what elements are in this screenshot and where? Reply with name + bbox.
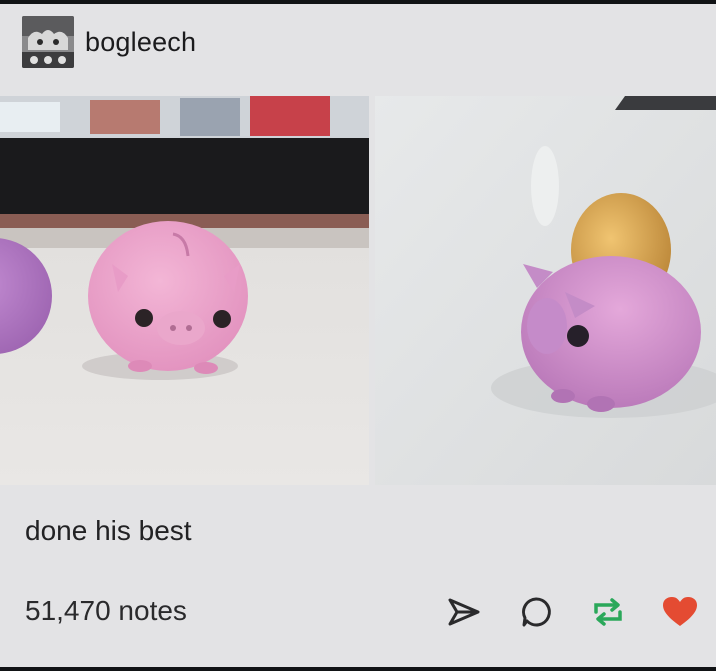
- send-icon[interactable]: [444, 592, 484, 632]
- photo-pig-coin[interactable]: [375, 96, 716, 485]
- reblog-icon[interactable]: [588, 592, 628, 632]
- post-username[interactable]: bogleech: [85, 27, 196, 58]
- post-actions: [412, 592, 700, 632]
- photo-pig-pair[interactable]: [0, 96, 369, 485]
- reply-bubble-icon[interactable]: [516, 592, 556, 632]
- notes-count[interactable]: 51,470 notes: [25, 594, 187, 628]
- photo-set: [0, 96, 716, 485]
- post-card: bogleech done his best 51,470 notes: [0, 4, 716, 667]
- avatar[interactable]: [22, 16, 74, 68]
- post-header: bogleech: [22, 14, 196, 70]
- post-caption: done his best: [25, 515, 192, 546]
- heart-icon[interactable]: [660, 592, 700, 632]
